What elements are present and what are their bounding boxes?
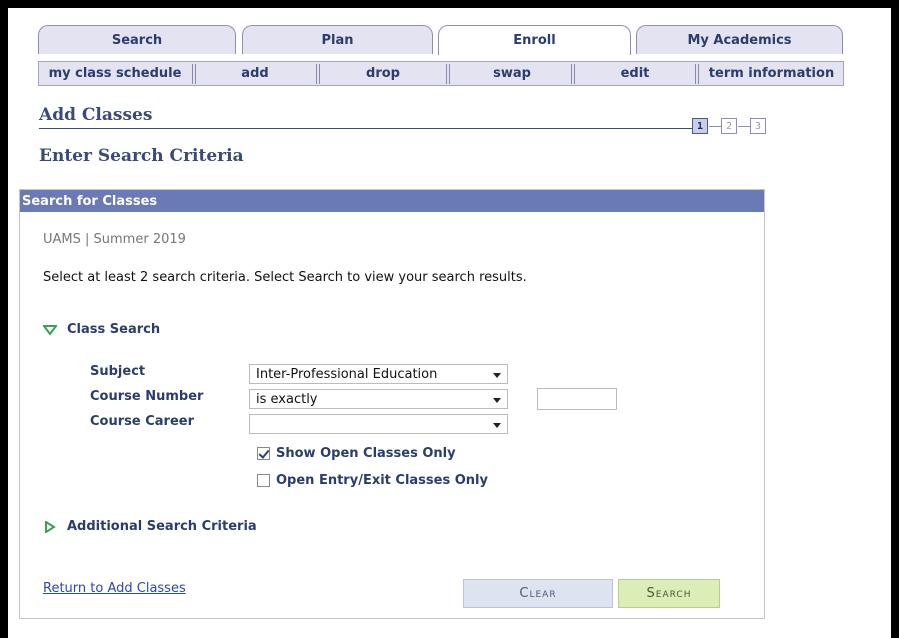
- subnav-add[interactable]: add: [197, 62, 313, 85]
- subnav-edit[interactable]: edit: [576, 62, 694, 85]
- subnav-swap[interactable]: swap: [451, 62, 573, 85]
- course-career-label: Course Career: [90, 414, 194, 429]
- panel-header: Search for Classes: [20, 190, 764, 212]
- search-panel: Search for Classes UAMS | Summer 2019 Se…: [19, 189, 765, 619]
- course-career-select[interactable]: [249, 414, 508, 434]
- tab-search[interactable]: Search: [38, 25, 236, 54]
- subnav-divider: [446, 64, 450, 84]
- class-search-label: Class Search: [67, 322, 161, 337]
- tab-enroll[interactable]: Enroll: [438, 25, 631, 55]
- course-number-label: Course Number: [90, 389, 204, 404]
- triangle-down-icon: [43, 324, 57, 336]
- step-2: 2: [721, 118, 737, 134]
- term-label: UAMS | Summer 2019: [43, 232, 186, 247]
- step-connector: [709, 126, 721, 127]
- subject-select[interactable]: Inter-Professional Education: [249, 364, 508, 384]
- show-open-classes-option[interactable]: Show Open Classes Only: [257, 446, 456, 461]
- step-1: 1: [692, 118, 708, 134]
- chevron-down-icon: [493, 398, 501, 403]
- clear-button[interactable]: Clear: [463, 579, 613, 608]
- subject-label: Subject: [90, 364, 146, 379]
- course-number-operator-value: is exactly: [256, 391, 318, 407]
- page-subtitle: Enter Search Criteria: [39, 146, 244, 166]
- show-open-classes-label: Show Open Classes Only: [276, 446, 456, 461]
- subnav-term-information[interactable]: term information: [700, 62, 843, 85]
- title-divider: [39, 128, 693, 129]
- page-frame: Search Plan Enroll My Academics my class…: [8, 8, 891, 638]
- class-search-toggle[interactable]: Class Search: [43, 322, 160, 337]
- course-number-operator-select[interactable]: is exactly: [249, 389, 508, 409]
- chevron-down-icon: [493, 423, 501, 428]
- tab-my-academics[interactable]: My Academics: [636, 25, 843, 54]
- subnav-divider: [316, 64, 320, 84]
- enroll-subnav: my class schedule add drop swap edit ter…: [38, 61, 844, 86]
- subnav-drop[interactable]: drop: [321, 62, 445, 85]
- subnav-divider: [192, 64, 196, 84]
- page-title: Add Classes: [39, 105, 153, 125]
- tab-plan[interactable]: Plan: [242, 25, 433, 54]
- triangle-right-icon: [45, 520, 56, 533]
- subnav-divider: [571, 64, 575, 84]
- search-button[interactable]: Search: [618, 579, 720, 608]
- course-number-input[interactable]: [537, 388, 617, 410]
- step-indicator: 1 2 3: [692, 118, 812, 138]
- return-to-add-classes-link[interactable]: Return to Add Classes: [43, 581, 186, 596]
- subnav-my-class-schedule[interactable]: my class schedule: [39, 62, 191, 85]
- open-entry-exit-option[interactable]: Open Entry/Exit Classes Only: [257, 473, 488, 488]
- additional-criteria-toggle[interactable]: Additional Search Criteria: [43, 519, 257, 534]
- instructions-text: Select at least 2 search criteria. Selec…: [43, 270, 527, 285]
- step-connector: [738, 126, 750, 127]
- chevron-down-icon: [493, 373, 501, 378]
- subnav-divider: [695, 64, 699, 84]
- step-3: 3: [750, 118, 766, 134]
- show-open-classes-checkbox[interactable]: [257, 447, 270, 460]
- additional-criteria-label: Additional Search Criteria: [67, 519, 257, 534]
- open-entry-exit-checkbox[interactable]: [257, 474, 270, 487]
- subject-value: Inter-Professional Education: [256, 366, 438, 382]
- open-entry-exit-label: Open Entry/Exit Classes Only: [276, 473, 488, 488]
